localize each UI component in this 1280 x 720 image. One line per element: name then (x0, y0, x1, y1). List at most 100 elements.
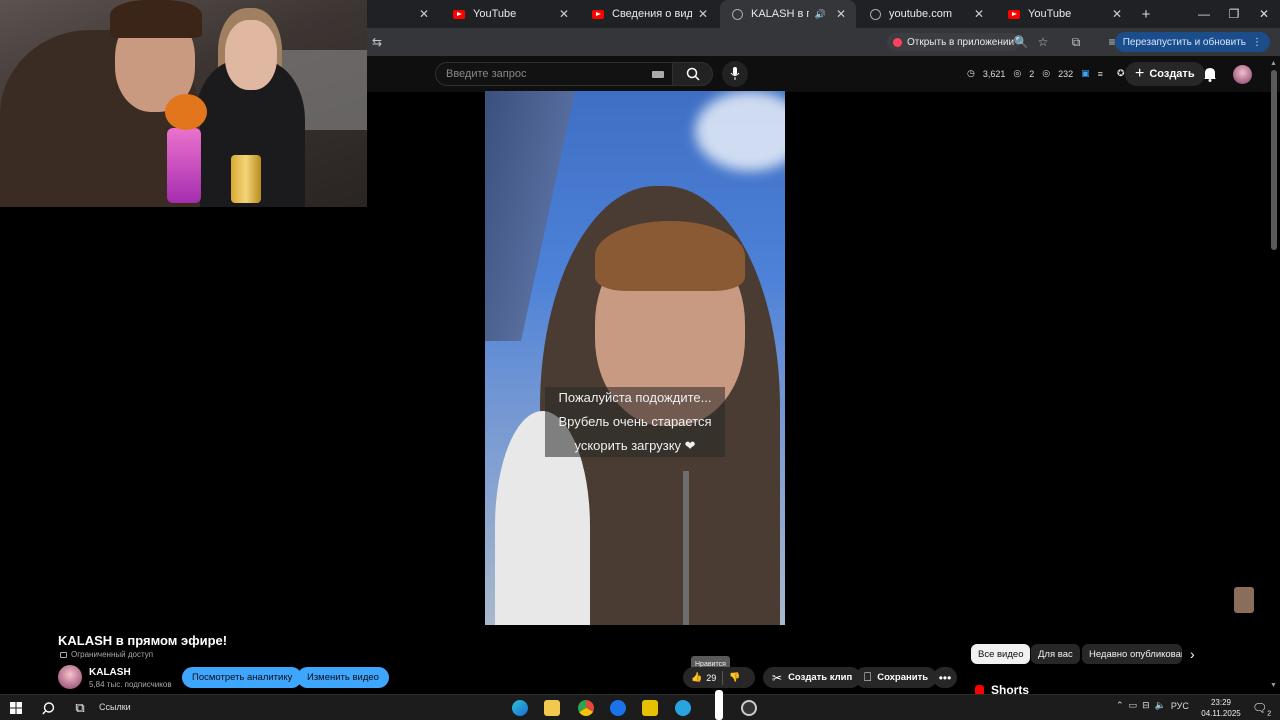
notifications-button[interactable] (1200, 64, 1220, 84)
create-clip-label: Создать клип (788, 672, 853, 683)
maximize-button[interactable]: ❐ (1218, 0, 1250, 28)
like-dislike-group: 👍 29 👎 (683, 667, 755, 688)
zoom-icon[interactable]: 🔍 (1013, 34, 1029, 50)
tab-label: YouTube (1028, 8, 1072, 20)
webcam-pumpkin (165, 94, 207, 130)
account-avatar[interactable] (1233, 65, 1252, 84)
browser-tab-2[interactable]: YouTube ✕ (441, 0, 579, 28)
tray-expand-icon[interactable]: ⌃ (1116, 700, 1124, 711)
list-icon[interactable]: ≡ (1098, 69, 1103, 79)
search-icon (686, 67, 700, 81)
file-explorer-icon[interactable] (544, 700, 560, 716)
webcam-person2-face (225, 20, 277, 90)
loading-icon (732, 8, 743, 20)
search-input[interactable]: Введите запрос (435, 62, 673, 86)
browser-tab-active[interactable]: KALASH в прямом эфире! 🔊 ✕ (720, 0, 856, 28)
globe-icon (870, 8, 881, 20)
edit-video-button[interactable]: Изменить видео (297, 667, 389, 688)
view-analytics-button[interactable]: Посмотреть аналитику (182, 667, 303, 688)
notification-center-icon[interactable]: 🗨2 (1252, 701, 1271, 717)
minimize-button[interactable]: — (1188, 0, 1220, 28)
video-cloud (695, 91, 785, 171)
tray-app-icon[interactable]: ▭ (1129, 700, 1138, 711)
extensions-icon[interactable]: ⧉ (1068, 34, 1084, 50)
browser-tab-5[interactable]: youtube.com ✕ (858, 0, 994, 28)
mouse-cursor (715, 690, 723, 720)
scroll-up-arrow[interactable]: ▲ (1270, 60, 1277, 67)
tab-close-icon[interactable]: ✕ (559, 7, 569, 21)
checkmark-app-icon[interactable] (610, 700, 626, 716)
search-button[interactable] (673, 62, 713, 86)
tab-close-icon[interactable]: ✕ (836, 7, 846, 21)
audio-icon[interactable]: 🔊 (815, 9, 826, 20)
windows-start-icon[interactable] (8, 700, 24, 716)
eye-icon: ◎ (1042, 68, 1051, 78)
youtube-icon (453, 9, 465, 19)
tab-close-icon[interactable]: ✕ (1112, 7, 1122, 21)
relaunch-label: Перезапустить и обновить (1122, 36, 1246, 48)
close-window-button[interactable]: ✕ (1248, 0, 1280, 28)
chrome-icon[interactable] (578, 700, 594, 716)
chip-all-videos[interactable]: Все видео (971, 644, 1031, 664)
bookmark-star-icon[interactable]: ☆ (1035, 34, 1051, 50)
obs-icon[interactable] (741, 700, 757, 716)
telegram-icon[interactable] (675, 700, 691, 716)
browser-tab-3[interactable]: Сведения о видео - YouTube ✕ (580, 0, 718, 28)
keyboard-icon[interactable] (652, 71, 664, 78)
channel-name[interactable]: KALASH (89, 667, 131, 678)
links-toolbar[interactable]: Ссылки (99, 702, 131, 712)
save-button[interactable]: ⎕ Сохранить (855, 667, 938, 688)
page-scrollbar[interactable] (1271, 70, 1277, 250)
volume-icon[interactable]: 🔈 (1155, 700, 1166, 711)
taskbar-search-icon[interactable] (40, 700, 56, 716)
chip-recently-published[interactable]: Недавно опубликованные (1082, 644, 1182, 664)
tab-label: YouTube (473, 8, 517, 20)
overlay-line: Пожалуйста подождите... (558, 390, 712, 405)
more-actions-button[interactable]: ••• (933, 667, 957, 688)
clock-icon: ◷ (967, 68, 975, 78)
relaunch-update-button[interactable]: Перезапустить и обновить ⋮ (1114, 32, 1270, 52)
overlay-line: ускорить загрузку ❤ (574, 438, 696, 453)
channel-avatar[interactable] (58, 665, 82, 689)
clock-date: 04.11.2025 (1201, 709, 1241, 718)
tab-close-icon[interactable]: ✕ (974, 7, 984, 21)
create-clip-button[interactable]: ✂ Создать клип (763, 667, 862, 688)
tab-close-icon[interactable]: ✕ (419, 7, 429, 21)
thumbs-up-icon[interactable]: 👍 (691, 672, 702, 683)
chip-for-you[interactable]: Для вас (1031, 644, 1080, 664)
more-vert-icon: ⋮ (1252, 36, 1262, 48)
browser-tab-1[interactable]: ✕ (367, 0, 439, 28)
network-icon[interactable]: ⊟ (1142, 700, 1150, 711)
webcam-overlay (0, 0, 367, 207)
browser-toolbar: ⇆ Открыть в приложении 🔍 ☆ ⧉ ≡ Перезапус… (367, 28, 1280, 56)
scroll-down-arrow[interactable]: ▼ (1270, 682, 1277, 689)
thumbs-down-icon[interactable]: 👎 (729, 672, 740, 683)
windows-taskbar: ⧉ Ссылки ⌃ ▭ ⊟ 🔈 РУС 23:29 04.11.2025 🗨2 (0, 694, 1280, 720)
chevron-right-icon[interactable]: › (1190, 646, 1195, 662)
yellow-app-icon[interactable] (642, 700, 658, 716)
like-count: 29 (706, 672, 717, 683)
taskbar-clock[interactable]: 23:29 04.11.2025 (1198, 697, 1244, 719)
edge-icon[interactable] (512, 700, 528, 716)
video-player[interactable]: Пожалуйста подождите... Врубель очень ст… (485, 91, 785, 625)
language-indicator[interactable]: РУС (1171, 701, 1189, 711)
browser-tab-6[interactable]: YouTube ✕ (996, 0, 1132, 28)
save-label: Сохранить (877, 672, 929, 683)
overlay-line: Врубель очень старается (558, 414, 712, 429)
video-person-hair (595, 221, 745, 291)
tune-icon[interactable]: ⇆ (369, 34, 385, 50)
task-view-icon[interactable]: ⧉ (72, 700, 88, 716)
open-in-app-button[interactable]: Открыть в приложении (887, 33, 1021, 51)
tab-close-icon[interactable]: ✕ (698, 7, 708, 21)
eye-icon: ◎ (1013, 68, 1022, 78)
tab-label: Сведения о видео - YouTube (612, 8, 692, 20)
new-tab-button[interactable]: + (1130, 0, 1162, 28)
webcam-can (231, 155, 261, 203)
microphone-icon (730, 67, 740, 80)
voice-search-button[interactable] (722, 61, 748, 87)
access-label: Ограниченный доступ (71, 650, 154, 659)
mini-webcam-thumbnail (1234, 587, 1254, 613)
create-button[interactable]: + Создать (1125, 62, 1205, 86)
extension-icon[interactable]: ▣ (1081, 68, 1090, 79)
award-icon[interactable]: ✪ (1117, 68, 1125, 79)
